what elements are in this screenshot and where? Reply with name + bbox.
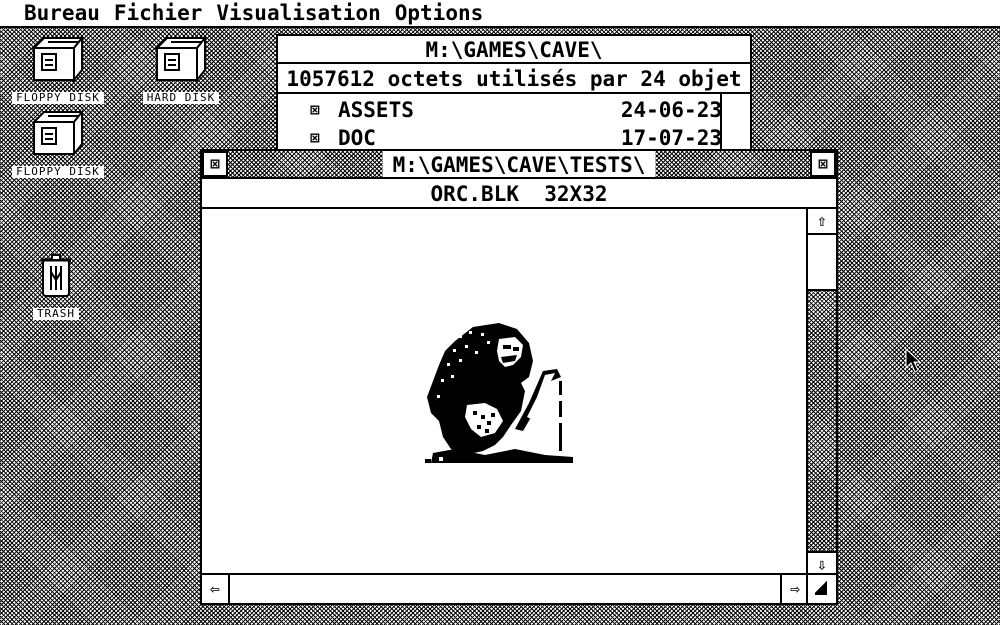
image-window-tests[interactable]: ⊠ M:\GAMES\CAVE\TESTS\ ⊠ ORC.BLK 32X32 ⇧… — [200, 149, 838, 605]
icon-label: FLOPPY DISK — [12, 92, 104, 104]
scroll-left-arrow-icon[interactable]: ⇦ — [202, 575, 228, 603]
floppy-drive-icon — [31, 109, 85, 157]
window-info-line: 1057612 octets utilisés par 24 objet — [278, 64, 750, 94]
window-title[interactable]: M:\GAMES\CAVE\TESTS\ — [382, 151, 656, 177]
window-title-bar[interactable]: ⊠ M:\GAMES\CAVE\TESTS\ ⊠ — [202, 151, 836, 179]
desktop-icon-hard-disk[interactable]: HARD DISK — [124, 34, 238, 105]
scroll-up-arrow-icon[interactable]: ⇧ — [808, 209, 836, 235]
floppy-drive-icon — [31, 35, 85, 83]
image-viewport[interactable] — [202, 209, 808, 577]
trash-icon — [41, 254, 71, 297]
fuller-box-icon[interactable]: ⊠ — [810, 151, 836, 177]
menu-bureau[interactable]: Bureau — [24, 1, 100, 25]
desktop-icon-floppy-a[interactable]: FLOPPY DISK — [2, 34, 114, 105]
menu-visualisation[interactable]: Visualisation — [216, 1, 380, 25]
file-row[interactable]: ⊠ DOC 17-07-23 — [278, 124, 722, 152]
close-box-icon[interactable]: ⊠ — [202, 151, 228, 177]
hard-disk-icon — [154, 35, 208, 83]
file-date: 17-07-23 — [620, 126, 722, 150]
horizontal-scroll-track[interactable] — [228, 575, 782, 603]
menu-options[interactable]: Options — [395, 1, 484, 25]
icon-label: HARD DISK — [142, 92, 220, 104]
folder-icon: ⊠ — [310, 128, 320, 147]
file-date: 24-06-23 — [620, 98, 722, 122]
desktop-icon-floppy-b[interactable]: FLOPPY DISK — [2, 108, 114, 179]
vertical-scrollbar[interactable]: ⇧ ⇩ — [806, 209, 836, 577]
directory-window-cave[interactable]: M:\GAMES\CAVE\ 1057612 octets utilisés p… — [276, 34, 752, 158]
window-title[interactable]: M:\GAMES\CAVE\ — [278, 36, 750, 64]
file-name: ASSETS — [338, 98, 414, 122]
icon-label: TRASH — [32, 308, 80, 320]
resize-box-icon[interactable] — [806, 573, 836, 603]
horizontal-scrollbar[interactable]: ⇦ ⇨ — [202, 573, 808, 603]
scroll-right-arrow-icon[interactable]: ⇨ — [782, 575, 808, 603]
scrollbar-divider — [720, 94, 722, 156]
icon-label: FLOPPY DISK — [12, 166, 104, 178]
desktop-icon-trash[interactable]: TRASH — [0, 252, 112, 321]
file-row[interactable]: ⊠ ASSETS 24-06-23 — [278, 96, 722, 124]
orc-sprite-image — [425, 323, 573, 463]
menu-fichier[interactable]: Fichier — [114, 1, 203, 25]
folder-icon: ⊠ — [310, 100, 320, 119]
image-info-line: ORC.BLK 32X32 — [202, 179, 836, 209]
menu-bar: Bureau Fichier Visualisation Options — [0, 0, 1000, 28]
vertical-scroll-thumb[interactable] — [808, 235, 836, 291]
file-name: DOC — [338, 126, 376, 150]
mouse-pointer-icon — [905, 348, 921, 373]
vertical-scroll-track[interactable] — [808, 235, 836, 551]
